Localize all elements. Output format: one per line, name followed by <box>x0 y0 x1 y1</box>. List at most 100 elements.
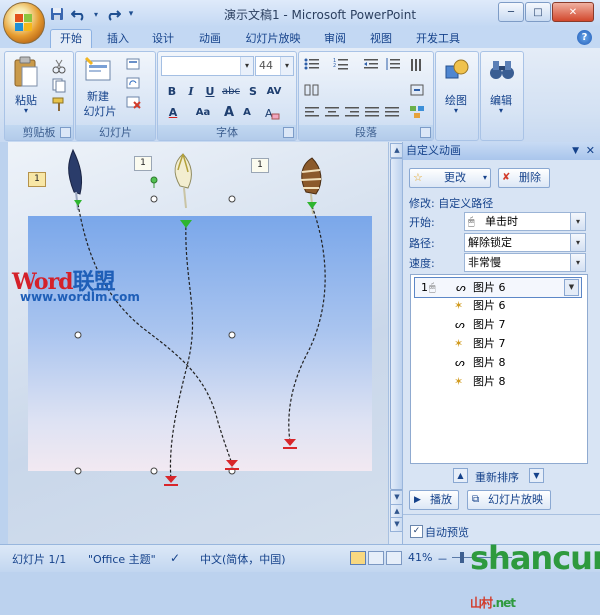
line-spacing-icon[interactable] <box>385 57 401 73</box>
spellcheck-icon[interactable]: ✓ <box>170 551 180 565</box>
feather-image-2[interactable] <box>174 153 192 209</box>
justify-icon[interactable] <box>364 105 380 121</box>
columns-icon[interactable] <box>304 83 320 99</box>
undo-icon[interactable] <box>70 5 88 23</box>
save-icon[interactable] <box>48 5 66 23</box>
tab-insert[interactable]: 插入 <box>98 30 138 48</box>
chevron-down-icon[interactable]: ▼ <box>564 279 579 296</box>
theme-name[interactable]: "Office 主题" <box>88 551 156 567</box>
path-dropdown[interactable]: 解除锁定 ▾ <box>464 233 586 252</box>
redo-icon[interactable] <box>104 5 122 23</box>
tab-home[interactable]: 开始 <box>50 29 92 50</box>
strikethrough-button[interactable]: abc <box>220 84 242 100</box>
shadow-button[interactable]: S <box>244 84 262 100</box>
font-color-button[interactable]: A <box>164 105 182 121</box>
bullets-icon[interactable] <box>304 57 320 73</box>
reset-icon[interactable] <box>126 77 142 93</box>
copy-icon[interactable] <box>51 77 67 93</box>
zoom-out-button[interactable]: － <box>437 551 448 567</box>
zoom-slider-thumb[interactable] <box>460 552 464 563</box>
tab-slideshow[interactable]: 幻灯片放映 <box>240 30 306 48</box>
font-launcher-icon[interactable] <box>283 127 294 138</box>
vertical-scrollbar[interactable]: ▲ ▼ ▲ ▼ <box>388 142 404 544</box>
list-item[interactable]: ᔕ 图片 7 <box>411 315 587 334</box>
list-item[interactable]: ✶ 图片 8 <box>411 372 587 391</box>
minimize-button[interactable]: ─ <box>498 2 524 22</box>
language[interactable]: 中文(简体，中国) <box>200 551 286 567</box>
cut-icon[interactable] <box>51 58 67 74</box>
clipboard-launcher-icon[interactable] <box>60 127 71 138</box>
sorter-view-icon[interactable] <box>368 551 384 565</box>
bold-button[interactable]: B <box>163 84 181 100</box>
change-case-button[interactable]: Aa <box>192 105 214 121</box>
move-down-icon[interactable]: ▼ <box>529 468 544 483</box>
zoom-level[interactable]: 41% <box>408 551 432 564</box>
close-button[interactable]: ✕ <box>552 2 594 22</box>
new-slide-label-2[interactable]: 幻灯片 <box>78 103 122 119</box>
pane-options-icon[interactable]: ▼ <box>572 142 579 160</box>
reading-view-icon[interactable] <box>386 551 402 565</box>
start-dropdown[interactable]: 🖱 单击时 ▾ <box>464 212 586 231</box>
autopreview-checkbox[interactable]: ✓ <box>410 525 423 538</box>
slideshow-button[interactable]: ⧉ 幻灯片放映 <box>467 490 551 510</box>
editing-dropdown-icon[interactable]: ▾ <box>481 106 521 115</box>
italic-button[interactable]: I <box>182 84 200 100</box>
list-item[interactable]: 1 🖱 ᔕ 图片 6 ▼ <box>414 277 582 298</box>
resize-handle[interactable] <box>228 195 236 203</box>
shrink-font-button[interactable]: A <box>238 105 256 121</box>
list-item[interactable]: ᔕ 图片 8 <box>411 353 587 372</box>
list-item[interactable]: ✶ 图片 7 <box>411 334 587 353</box>
tab-view[interactable]: 视图 <box>361 30 401 48</box>
tab-developer[interactable]: 开发工具 <box>410 30 466 48</box>
resize-handle[interactable] <box>150 467 158 475</box>
move-up-icon[interactable]: ▲ <box>453 468 468 483</box>
font-name-combo[interactable]: ▾ <box>161 56 254 76</box>
motion-path-3[interactable] <box>288 205 326 443</box>
help-icon[interactable]: ? <box>577 30 592 45</box>
align-right-icon[interactable] <box>344 105 360 121</box>
paste-icon[interactable] <box>13 56 39 88</box>
paragraph-launcher-icon[interactable] <box>420 127 431 138</box>
clear-format-icon[interactable]: A <box>264 105 280 121</box>
align-left-icon[interactable] <box>304 105 320 121</box>
pane-close-icon[interactable]: ✕ <box>586 142 595 160</box>
grow-font-button[interactable]: A <box>220 105 238 121</box>
chevron-down-icon[interactable]: ▾ <box>240 57 253 75</box>
resize-handle[interactable] <box>74 331 82 339</box>
motion-path-2[interactable] <box>169 221 194 481</box>
list-item[interactable]: ✶ 图片 6 <box>411 296 587 315</box>
binoculars-icon[interactable] <box>489 58 515 82</box>
char-spacing-button[interactable]: AV <box>262 84 286 100</box>
underline-button[interactable]: U <box>201 84 219 100</box>
resize-handle[interactable] <box>150 195 158 203</box>
tab-animations[interactable]: 动画 <box>190 30 230 48</box>
drawing-dropdown-icon[interactable]: ▾ <box>436 106 476 115</box>
text-direction-icon[interactable] <box>409 57 425 73</box>
paste-dropdown-icon[interactable]: ▾ <box>15 106 37 115</box>
customize-qat-icon[interactable]: ▾ <box>126 5 136 23</box>
change-effect-button[interactable]: ☆ 更改 ▾ <box>409 168 491 188</box>
resize-handle[interactable] <box>228 331 236 339</box>
shapes-icon[interactable] <box>445 58 469 82</box>
dropdown-icon[interactable]: ▾ <box>92 5 100 23</box>
delete-slide-icon[interactable] <box>126 96 142 112</box>
maximize-button[interactable]: □ <box>525 2 551 22</box>
new-slide-icon[interactable] <box>84 56 112 84</box>
layout-icon[interactable] <box>126 58 142 74</box>
slide-editing-area[interactable]: 1 1 1 Word联盟 www.wordlm.com <box>8 142 388 544</box>
format-painter-icon[interactable] <box>51 96 67 112</box>
font-size-combo[interactable]: 44 ▾ <box>255 56 294 76</box>
align-text-icon[interactable] <box>409 83 425 99</box>
speed-dropdown[interactable]: 非常慢 ▾ <box>464 253 586 272</box>
rotation-handle[interactable] <box>150 176 158 184</box>
chevron-down-icon[interactable]: ▾ <box>280 57 293 75</box>
numbering-icon[interactable]: 12 <box>333 57 349 73</box>
tab-design[interactable]: 设计 <box>143 30 183 48</box>
resize-handle[interactable] <box>74 467 82 475</box>
delete-effect-button[interactable]: ✘ 删除 <box>498 168 550 188</box>
decrease-indent-icon[interactable] <box>363 57 379 73</box>
smartart-icon[interactable] <box>409 105 425 121</box>
play-button[interactable]: ▶ 播放 <box>409 490 459 510</box>
align-center-icon[interactable] <box>324 105 340 121</box>
tab-review[interactable]: 审阅 <box>315 30 355 48</box>
